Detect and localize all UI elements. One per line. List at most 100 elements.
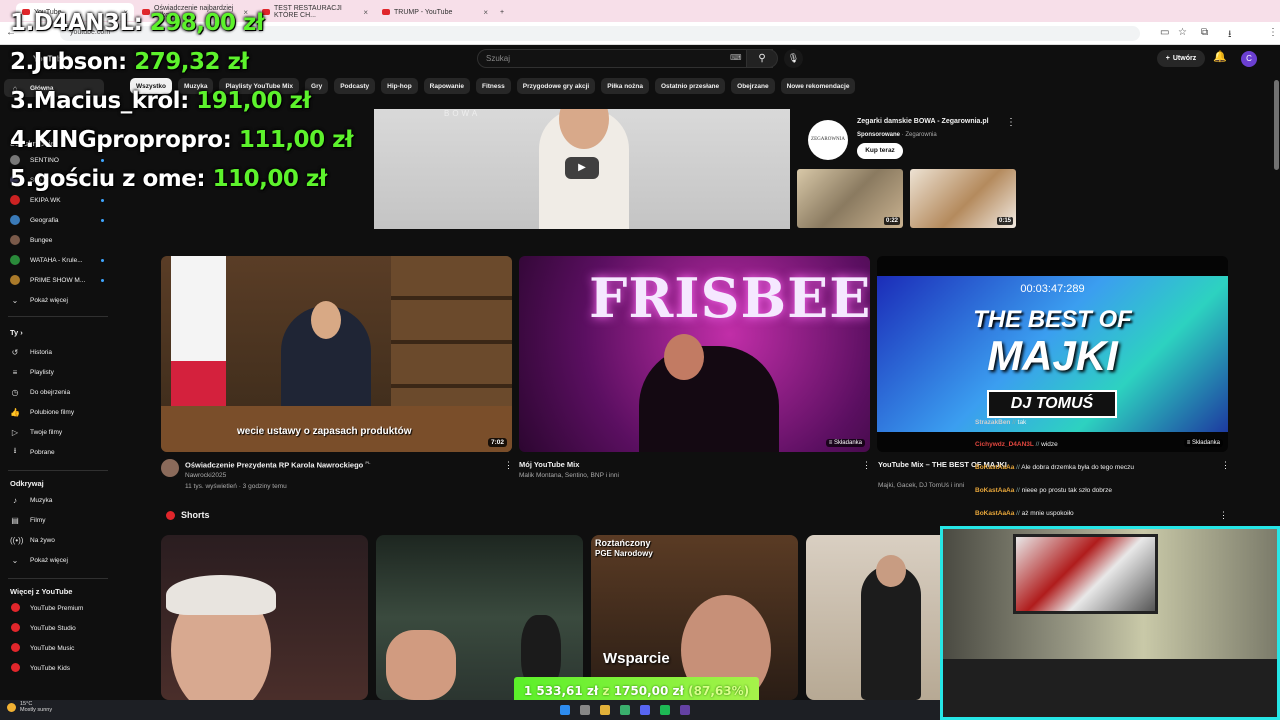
sidebar-explore-2[interactable]: ((•)) Na żywo <box>4 531 104 549</box>
ad-product-thumbnail-2[interactable]: 0:15 <box>910 169 1016 228</box>
close-tab-icon[interactable]: × <box>483 8 488 17</box>
sidebar-you-4[interactable]: ▷ Twoje filmy <box>4 423 104 441</box>
more-options-icon[interactable]: ⋮ <box>504 460 513 471</box>
windows-taskbar <box>0 700 940 720</box>
short-hand <box>386 630 456 700</box>
chip-11[interactable]: Obejrzane <box>731 78 775 94</box>
leaderboard-colon: : <box>118 49 135 75</box>
extensions-icon[interactable]: ⧉ <box>1201 27 1208 38</box>
search-input[interactable]: Szukaj <box>477 49 773 68</box>
downloads-icon[interactable]: ⭳ <box>1228 27 1232 44</box>
history-icon: ↺ <box>11 347 19 357</box>
short-thumbnail-3[interactable]: Roztańczony PGE Narodowy Wsparcie <box>591 535 798 700</box>
sidebar-subscription-2[interactable]: EKIPA WK <box>4 191 104 209</box>
ad-title[interactable]: Zegarki damskie BOWA - Zegarownia.pl <box>857 118 989 125</box>
chip-7[interactable]: Fitness <box>475 78 511 94</box>
sidebar-more-0[interactable]: YouTube Premium <box>4 599 104 617</box>
sidebar-you-5[interactable]: ⭳ Pobrane <box>4 443 104 461</box>
notifications-bell-icon[interactable]: 🔔 <box>1213 50 1227 63</box>
you-heading[interactable]: Ty › <box>10 328 23 337</box>
sidebar-you-0[interactable]: ↺ Historia <box>4 343 104 361</box>
chip-8[interactable]: Przygodowe gry akcji <box>516 78 596 94</box>
leaderboard-amount: 191,00 zł <box>196 88 311 114</box>
sidebar-you-3[interactable]: 👍 Polubione filmy <box>4 403 104 421</box>
chat-text: widze <box>1041 441 1058 448</box>
ad-advertiser-logo[interactable]: ZEGAROWNIA <box>808 120 848 160</box>
subscriptions-show-more[interactable]: ⌄ Pokaż więcej <box>4 291 104 309</box>
weather-widget[interactable]: 15°C Mostly sunny <box>7 701 52 713</box>
chip-6[interactable]: Rapowanie <box>423 78 470 94</box>
file-explorer-icon[interactable] <box>600 705 610 715</box>
close-tab-icon[interactable]: × <box>363 8 368 17</box>
channel-name[interactable]: Nawrocki2025 <box>185 472 226 479</box>
short-boxer-head <box>876 555 906 587</box>
leaderboard-entry: 2.Jubson: 279,32 zł <box>10 49 249 75</box>
channel-avatar[interactable] <box>161 459 179 477</box>
music-note-icon: ♪ <box>13 495 17 505</box>
chat-text: Ale dobra drzemka była do tego meczu <box>1021 464 1134 471</box>
best-of-title: THE BEST OF <box>973 306 1132 333</box>
search-icon[interactable] <box>580 705 590 715</box>
sidebar-subscription-4[interactable]: Bungee <box>4 231 104 249</box>
youtube-kids-icon <box>10 662 20 674</box>
ad-product-thumbnail-1[interactable]: 0:22 <box>797 169 903 228</box>
sidebar-subscription-3[interactable]: Geografia <box>4 211 104 229</box>
more-options-icon[interactable]: ⋮ <box>1006 117 1016 128</box>
keyboard-icon[interactable]: ⌨ <box>730 53 742 62</box>
chip-12[interactable]: Nowe rekomendacje <box>780 78 856 94</box>
page-scrollbar[interactable] <box>1274 80 1279 170</box>
ad-cta-button[interactable]: Kup teraz <box>857 143 903 159</box>
sidebar-explore-0[interactable]: ♪ Muzyka <box>4 491 104 509</box>
video-title[interactable]: Mój YouTube Mix <box>519 460 579 469</box>
new-tab-button[interactable]: + <box>494 3 510 21</box>
sidebar-more-3[interactable]: YouTube Kids <box>4 659 104 677</box>
bookmark-star-icon[interactable]: ☆ <box>1178 27 1187 38</box>
sidebar-more-2[interactable]: YouTube Music <box>4 639 104 657</box>
short-thumbnail-2[interactable] <box>376 535 583 700</box>
chat-text: aż mnie uspokoiło <box>1021 510 1074 517</box>
cast-icon[interactable]: ▭ <box>1160 27 1169 38</box>
sidebar-explore-3[interactable]: ⌄ Pokaż więcej <box>4 551 104 569</box>
video-thumbnail-mix[interactable]: FRISBEE ≡ Składanka <box>519 256 870 452</box>
chat-nick: BoKastAaAa <box>975 464 1015 471</box>
chip-10[interactable]: Ostatnio przesłane <box>654 78 726 94</box>
sidebar-you-1[interactable]: ≡ Playlisty <box>4 363 104 381</box>
leaderboard-colon: : <box>133 10 150 36</box>
create-button[interactable]: + Utwórz <box>1157 50 1205 67</box>
play-icon[interactable]: ▶ <box>565 157 599 179</box>
chip-9[interactable]: Piłka nożna <box>601 78 649 94</box>
sidebar-subscription-5[interactable]: WATAHA - Krule... <box>4 251 104 269</box>
spotify-icon[interactable] <box>660 705 670 715</box>
voice-search-icon[interactable]: 🎙 <box>784 49 803 68</box>
discord-icon[interactable] <box>640 705 650 715</box>
account-avatar[interactable]: C <box>1241 51 1257 67</box>
sidebar-more-1[interactable]: YouTube Studio <box>4 619 104 637</box>
ad-video-thumbnail[interactable]: BOWA ▶ <box>374 109 790 229</box>
shorts-heading[interactable]: Shorts <box>166 510 210 520</box>
video-thumbnail-oswiadczenie[interactable]: wecie ustawy o zapasach produktów 7:02 <box>161 256 512 452</box>
more-options-icon[interactable]: ⋮ <box>862 460 871 471</box>
video-meta: 11 tys. wyświetleń · 3 godziny temu <box>185 483 287 490</box>
flag-white <box>171 256 226 366</box>
tab-trump[interactable]: TRUMP - YouTube × <box>376 3 494 21</box>
search-button[interactable]: ⚲ <box>746 49 778 68</box>
chrome-icon[interactable] <box>620 705 630 715</box>
stream-chat-overlay: StrazakBen // tak Cichywdz_D4AN3L // widz… <box>975 414 1230 526</box>
short-thumbnail-1[interactable] <box>161 535 368 700</box>
chip-4[interactable]: Podcasty <box>334 78 376 94</box>
sidebar-explore-1[interactable]: ▤ Filmy <box>4 511 104 529</box>
chat-message: Cichywdz_D4AN3L // widze <box>975 441 1058 448</box>
sidebar-subscription-6[interactable]: PRIME SHOW M... <box>4 271 104 289</box>
chat-more-icon[interactable]: ⋮ <box>1219 510 1228 521</box>
webcam-poster <box>1013 534 1158 614</box>
twitch-icon[interactable] <box>680 705 690 715</box>
tab-test-restauracji[interactable]: TEST RESTAURACJI KTÓRE CH... × <box>256 3 374 21</box>
sidebar-you-2[interactable]: ◷ Do obejrzenia <box>4 383 104 401</box>
browser-menu-icon[interactable]: ⋮ <box>1268 27 1278 38</box>
windows-start-icon[interactable] <box>560 705 570 715</box>
plus-icon: + <box>1165 55 1170 62</box>
presenter-face <box>311 301 341 339</box>
divider <box>8 470 108 471</box>
video-title[interactable]: Oświadczenie Prezydenta RP Karola Nawroc… <box>185 460 370 470</box>
chip-5[interactable]: Hip-hop <box>381 78 418 94</box>
